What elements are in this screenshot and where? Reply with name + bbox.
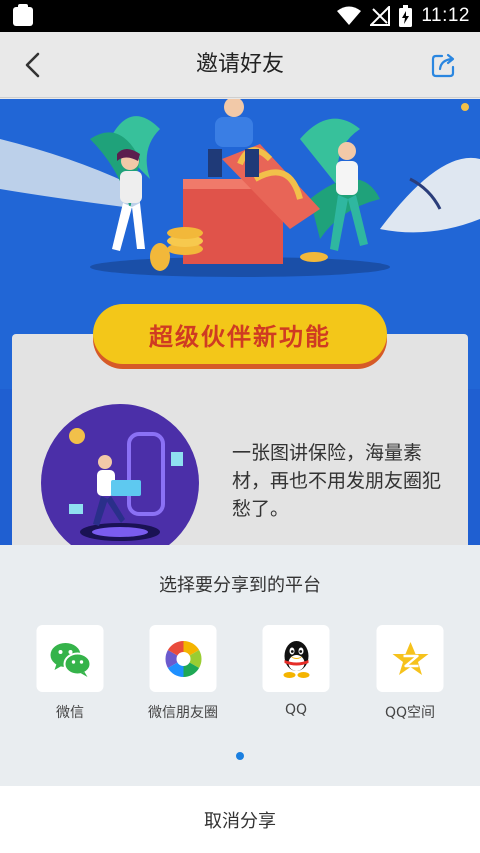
wechat-icon: [50, 642, 91, 677]
feature-badge: 超级伙伴新功能: [93, 304, 387, 364]
share-wechat-button[interactable]: 微信: [10, 625, 130, 735]
wechat-moments-icon: [164, 640, 202, 677]
cancel-share-button[interactable]: 取消分享: [0, 786, 480, 853]
feature-badge-label: 超级伙伴新功能: [149, 322, 331, 351]
qq-icon-tile: [262, 625, 330, 692]
share-moments-button[interactable]: 微信朋友圈: [123, 625, 243, 735]
invite-content: 超级伙伴新功能 一张图讲保险，海量素材，再也不用发朋友圈犯愁了。: [0, 99, 480, 545]
wifi-icon: [337, 6, 362, 25]
no-signal-icon: [370, 6, 391, 26]
presentation-illustration: [41, 404, 199, 545]
page-indicator-dot: [236, 752, 244, 760]
status-bar: 11:12: [0, 0, 480, 32]
battery-charging-icon: [399, 5, 413, 27]
share-qq-button[interactable]: QQ: [236, 625, 356, 735]
share-sheet-title: 选择要分享到的平台: [159, 575, 321, 596]
qzone-icon-tile: [376, 625, 444, 692]
share-button[interactable]: [430, 51, 458, 79]
share-qzone-button[interactable]: QQ空间: [350, 625, 470, 735]
share-export-icon: [431, 53, 455, 78]
share-moments-label: 微信朋友圈: [148, 705, 218, 721]
share-wechat-label: 微信: [56, 705, 84, 721]
share-platform-list: 微信 微信朋友圈 QQ QQ空间: [0, 625, 480, 735]
qq-icon: [283, 640, 309, 678]
status-time: 11:12: [421, 5, 470, 26]
feature-description: 一张图讲保险，海量素材，再也不用发朋友圈犯愁了。: [232, 442, 442, 520]
notification-icon: [13, 4, 33, 26]
app-header: 邀请好友: [0, 32, 480, 98]
cancel-share-label: 取消分享: [204, 810, 276, 832]
page-title: 邀请好友: [195, 52, 284, 77]
share-qzone-label: QQ空间: [384, 705, 436, 721]
share-qq-label: QQ: [284, 702, 308, 718]
wechat-icon-tile: [36, 625, 104, 692]
qzone-icon: [392, 641, 428, 675]
wechat-moments-icon-tile: [149, 625, 217, 692]
share-sheet: 选择要分享到的平台 微信 微信朋友圈 QQ QQ空间: [0, 545, 480, 786]
